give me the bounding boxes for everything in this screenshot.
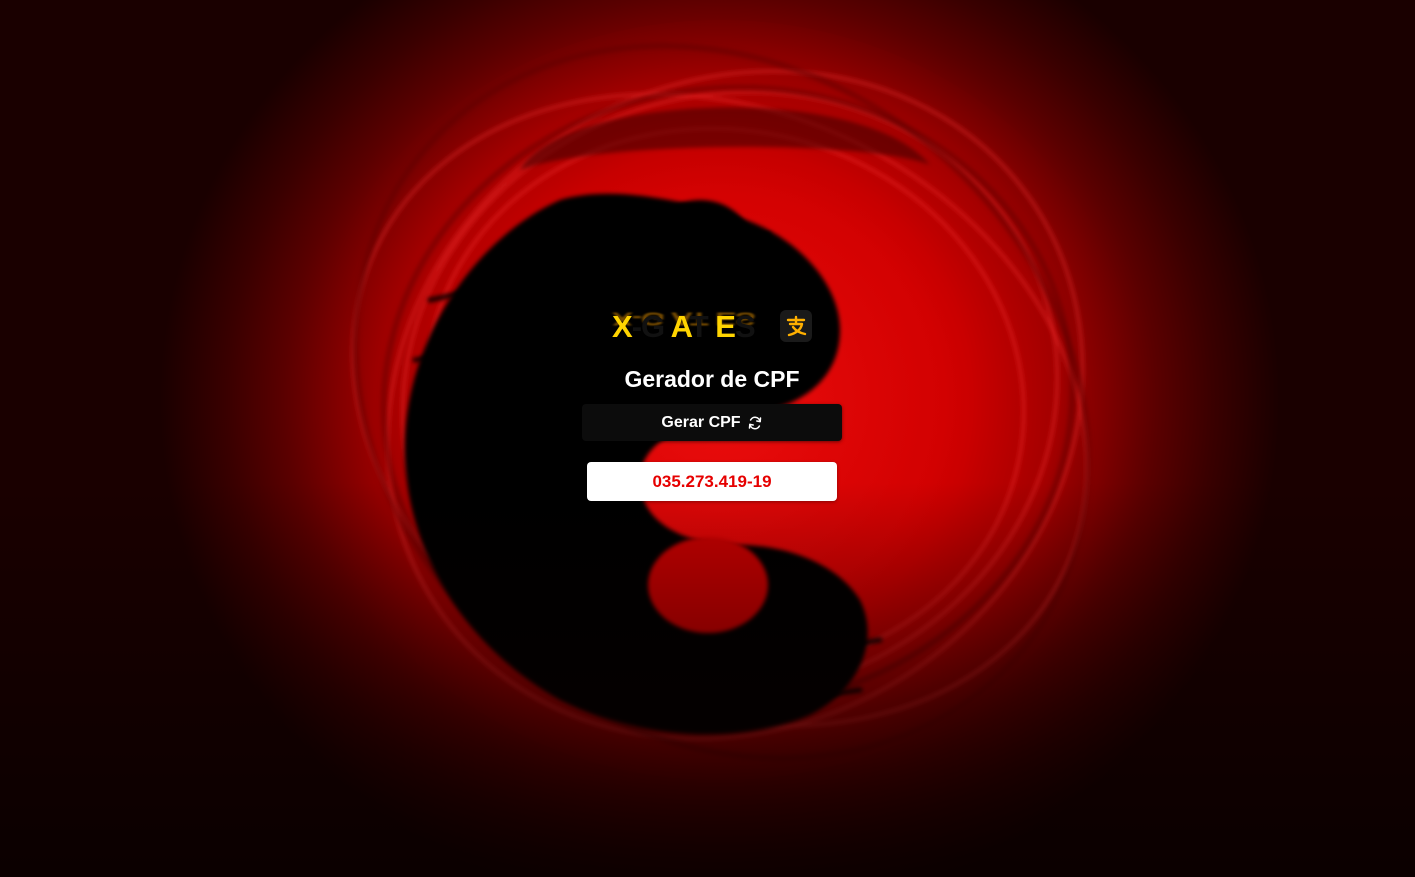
refresh-icon	[747, 415, 763, 431]
logo-letter: A	[670, 309, 691, 344]
generate-cpf-button[interactable]: Gerar CPF	[582, 404, 842, 441]
logo-letter: S	[734, 309, 756, 344]
alipay-icon	[780, 310, 812, 342]
brand-logo: X-G AT ES X-G AT ES	[612, 308, 812, 348]
page-content: X-G AT ES X-G AT ES Gerador de CPF Gerar…	[0, 0, 1415, 877]
logo-wordmark: X-G AT ES	[612, 308, 756, 346]
logo-letter: -G	[631, 309, 671, 344]
logo-letter: E	[715, 309, 736, 344]
logo-letter: X	[612, 309, 633, 344]
generate-cpf-label: Gerar CPF	[661, 413, 741, 431]
logo-letter: T	[689, 309, 716, 344]
cpf-result-display[interactable]: 035.273.419-19	[587, 462, 837, 501]
page-title: Gerador de CPF	[624, 366, 800, 392]
